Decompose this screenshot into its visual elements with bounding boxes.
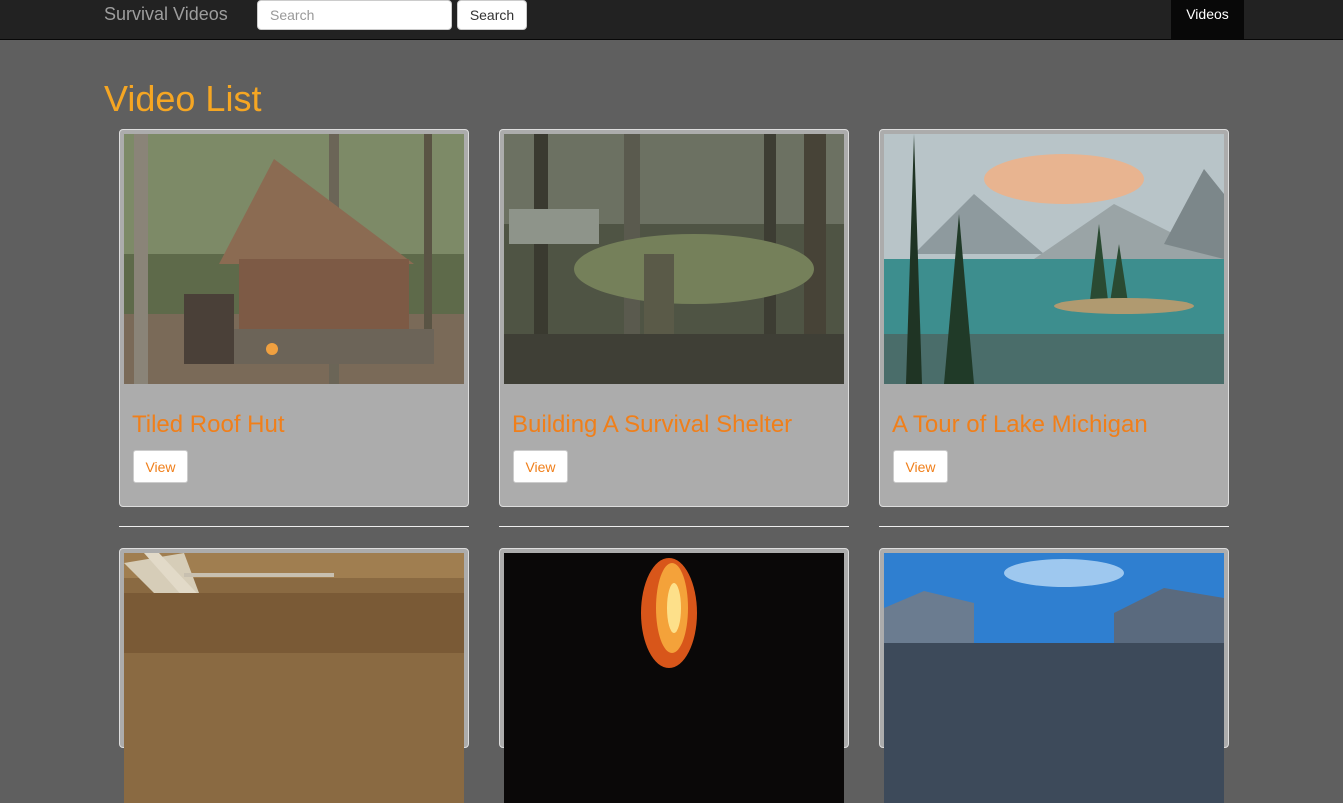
navbar: Survival Videos Search Videos <box>0 0 1343 40</box>
view-button[interactable]: View <box>133 450 188 483</box>
forest-floor-thumbnail[interactable] <box>124 553 464 803</box>
view-button[interactable]: View <box>513 450 568 483</box>
video-card <box>499 548 849 803</box>
card-title[interactable]: A Tour of Lake Michigan <box>892 410 1224 440</box>
page-title: Video List <box>104 78 262 119</box>
video-card: Tiled Roof Hut View <box>119 129 469 507</box>
brand-link[interactable]: Survival Videos <box>104 4 228 24</box>
campfire-thumbnail[interactable] <box>504 553 844 803</box>
search-input[interactable] <box>257 0 452 30</box>
search-button[interactable]: Search <box>457 0 527 30</box>
hut-thumbnail[interactable] <box>124 134 464 384</box>
lake-thumbnail[interactable] <box>884 134 1224 384</box>
card-title[interactable]: Tiled Roof Hut <box>132 410 464 440</box>
row-divider <box>119 526 469 527</box>
mountain-valley-thumbnail[interactable] <box>884 553 1224 803</box>
row-divider <box>879 526 1229 527</box>
video-card: Building A Survival Shelter View <box>499 129 849 507</box>
video-card: A Tour of Lake Michigan View <box>879 129 1229 507</box>
video-card <box>879 548 1229 803</box>
view-button[interactable]: View <box>893 450 948 483</box>
shelter-thumbnail[interactable] <box>504 134 844 384</box>
card-title[interactable]: Building A Survival Shelter <box>512 410 844 440</box>
row-divider <box>499 526 849 527</box>
video-card <box>119 548 469 803</box>
nav-item-videos[interactable]: Videos <box>1171 0 1244 39</box>
